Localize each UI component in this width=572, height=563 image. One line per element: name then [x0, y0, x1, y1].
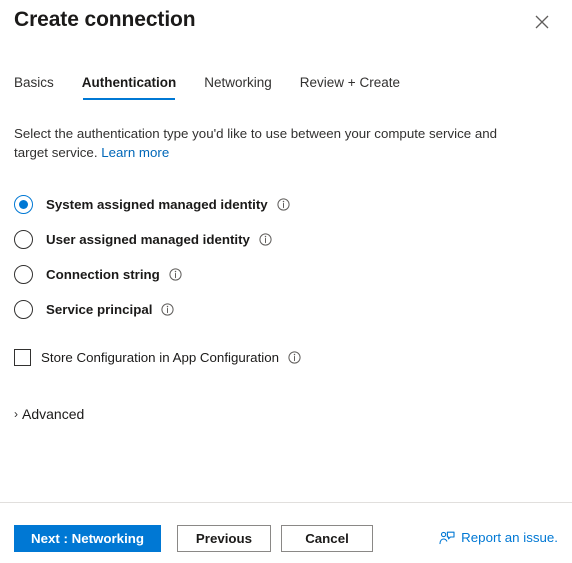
radio-connection-string[interactable]: Connection string: [14, 262, 558, 286]
authentication-type-radio-group: System assigned managed identity User as…: [14, 192, 558, 332]
info-icon[interactable]: [161, 302, 175, 316]
info-icon[interactable]: [277, 197, 290, 211]
radio-mark: [14, 299, 33, 319]
chevron-right-icon: ›: [14, 407, 18, 421]
authentication-description: Select the authentication type you'd lik…: [14, 124, 532, 162]
previous-button[interactable]: Previous: [177, 525, 271, 552]
info-icon[interactable]: [288, 350, 301, 364]
tab-networking[interactable]: Networking: [204, 74, 272, 100]
checkbox-label: Store Configuration in App Configuration: [41, 349, 280, 365]
radio-label: Connection string: [46, 266, 160, 282]
advanced-label: Advanced: [22, 406, 85, 422]
close-button[interactable]: [528, 8, 556, 36]
tab-bar: Basics Authentication Networking Review …: [14, 74, 572, 104]
report-an-issue-label: Report an issue.: [461, 530, 558, 545]
checkbox-store-configuration[interactable]: Store Configuration in App Configuration: [14, 346, 301, 368]
radio-mark: [14, 229, 33, 249]
checkbox-mark: [14, 348, 31, 366]
radio-system-assigned-managed-identity[interactable]: System assigned managed identity: [14, 192, 558, 216]
radio-user-assigned-managed-identity[interactable]: User assigned managed identity: [14, 227, 558, 251]
feedback-person-icon: [439, 531, 455, 545]
close-icon: [535, 15, 549, 29]
tab-basics[interactable]: Basics: [14, 74, 54, 100]
dialog-header: Create connection: [0, 0, 572, 58]
radio-mark: [14, 264, 33, 284]
dialog-footer: Next : Networking Previous Cancel Report…: [0, 503, 572, 563]
page-title: Create connection: [14, 8, 196, 31]
radio-mark-selected: [14, 194, 33, 214]
description-text: Select the authentication type you'd lik…: [14, 126, 497, 160]
cancel-button[interactable]: Cancel: [281, 525, 373, 552]
info-icon[interactable]: [169, 267, 182, 281]
radio-label: User assigned managed identity: [46, 231, 250, 247]
advanced-section-toggle[interactable]: › Advanced: [14, 404, 84, 424]
radio-label: Service principal: [46, 301, 153, 317]
tab-authentication[interactable]: Authentication: [82, 74, 176, 100]
report-an-issue-link[interactable]: Report an issue.: [439, 530, 558, 545]
radio-service-principal[interactable]: Service principal: [14, 297, 558, 321]
next-networking-button[interactable]: Next : Networking: [14, 525, 161, 552]
learn-more-link[interactable]: Learn more: [101, 145, 169, 160]
info-icon[interactable]: [259, 232, 272, 246]
tab-review-create[interactable]: Review + Create: [300, 74, 400, 100]
radio-label: System assigned managed identity: [46, 196, 268, 212]
